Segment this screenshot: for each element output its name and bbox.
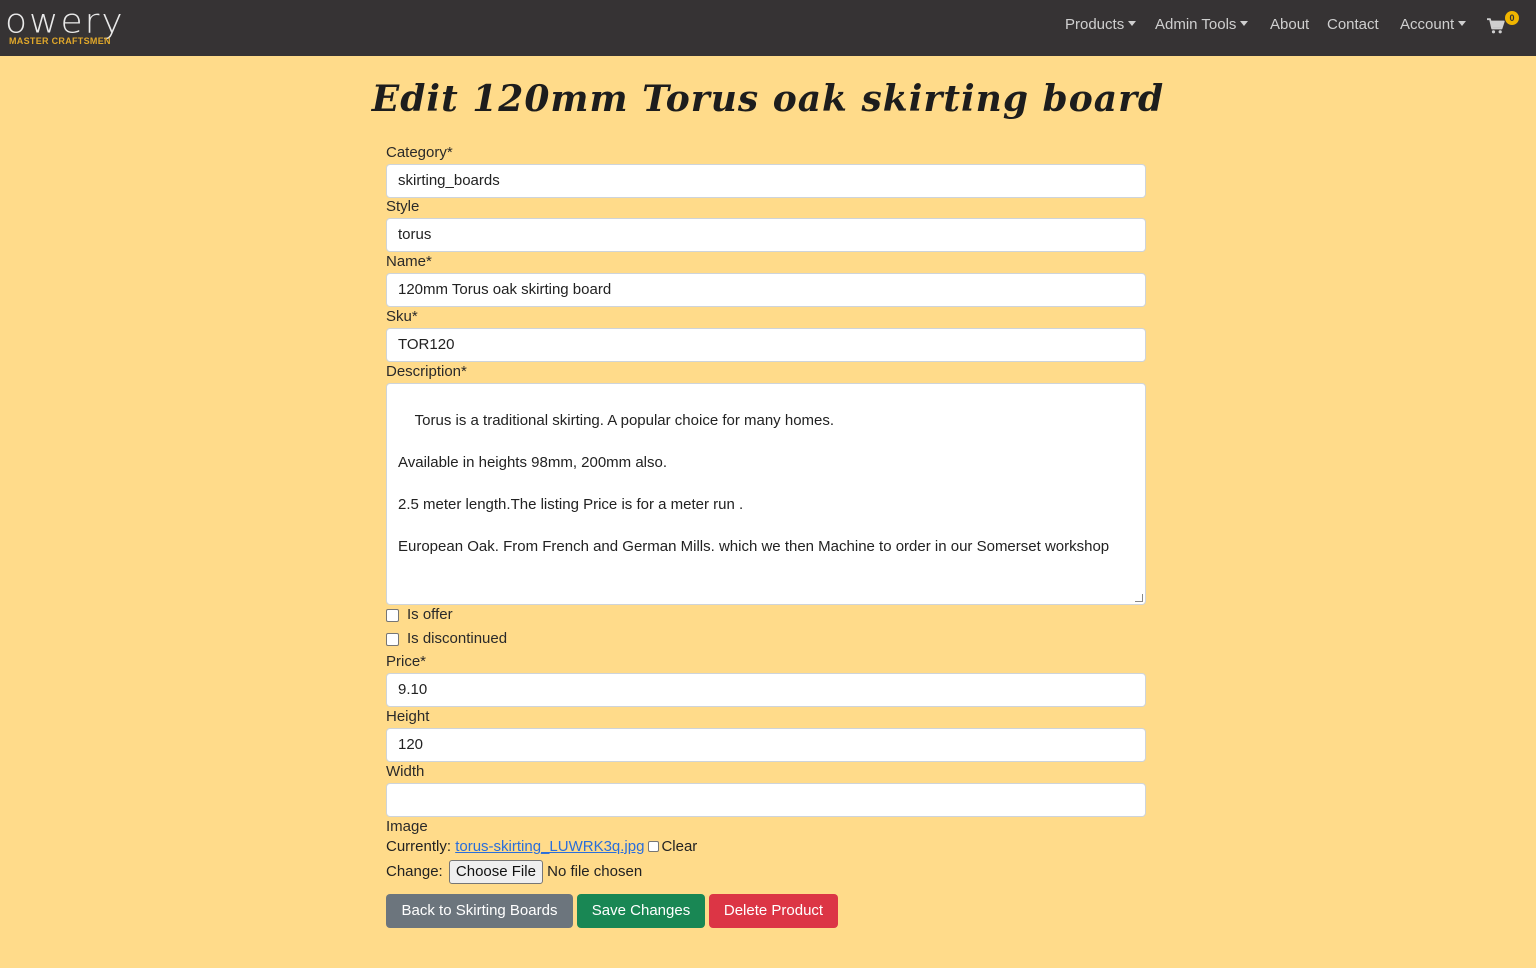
style-field[interactable]: torus	[386, 218, 1146, 252]
price-field[interactable]: 9.10	[386, 673, 1146, 707]
height-label: Height	[386, 708, 430, 725]
chevron-down-icon	[1128, 21, 1137, 26]
navbar: owery MASTER CRAFTSMEN Products Admin To…	[0, 0, 1536, 56]
change-label: Change:	[386, 863, 443, 880]
category-label: Category*	[386, 144, 453, 161]
choose-file-button[interactable]: Choose File	[448, 860, 543, 884]
cart-count-badge: 0	[1505, 11, 1519, 25]
chevron-down-icon	[1458, 21, 1467, 26]
width-label: Width	[386, 763, 425, 780]
sku-field[interactable]: TOR120	[386, 328, 1146, 362]
sku-label: Sku*	[386, 308, 418, 325]
description-label: Description*	[386, 363, 467, 380]
nav-about[interactable]: About	[1270, 16, 1309, 38]
height-field[interactable]: 120	[386, 728, 1146, 762]
width-field[interactable]	[386, 783, 1146, 817]
back-to-skirting-boards-button[interactable]: Back to Skirting Boards	[386, 894, 573, 928]
description-text: Torus is a traditional skirting. A popul…	[398, 412, 1110, 555]
delete-product-button[interactable]: Delete Product	[709, 894, 838, 928]
nav-admin-tools-label: Admin Tools	[1155, 16, 1237, 33]
nav-account-label: Account	[1400, 16, 1455, 33]
nav-admin-tools[interactable]: Admin Tools	[1155, 16, 1249, 38]
is-offer-label: Is offer	[407, 606, 453, 623]
category-field[interactable]: skirting_boards	[386, 164, 1146, 198]
no-file-text: No file chosen	[547, 863, 643, 880]
nav-account[interactable]: Account	[1400, 16, 1467, 38]
change-image-row: Change: Choose File No file chosen	[386, 860, 643, 884]
nav-contact[interactable]: Contact	[1327, 16, 1379, 38]
logo-tagline: MASTER CRAFTSMEN	[9, 36, 111, 46]
resize-handle-icon[interactable]	[1135, 594, 1143, 602]
is-discontinued-checkbox[interactable]	[386, 633, 399, 646]
cart-button[interactable]: 0	[1487, 11, 1521, 38]
chevron-down-icon	[1240, 21, 1249, 26]
image-label: Image	[386, 818, 428, 835]
shopping-cart-icon	[1487, 18, 1505, 34]
is-discontinued-label: Is discontinued	[407, 630, 508, 647]
name-label: Name*	[386, 253, 432, 270]
currently-label: Currently:	[386, 838, 452, 855]
save-changes-button[interactable]: Save Changes	[577, 894, 705, 928]
current-image-row: Currently: torus-skirting_LUWRK3q.jpg Cle…	[386, 838, 697, 860]
clear-image-checkbox[interactable]	[648, 841, 660, 852]
current-image-link[interactable]: torus-skirting_LUWRK3q.jpg	[455, 838, 644, 855]
nav-contact-label: Contact	[1327, 16, 1379, 33]
nav-products-label: Products	[1065, 16, 1125, 33]
description-textarea[interactable]: Torus is a traditional skirting. A popul…	[386, 383, 1146, 605]
brand-logo[interactable]: owery MASTER CRAFTSMEN	[5, 2, 145, 52]
price-label: Price*	[386, 653, 427, 670]
is-offer-checkbox[interactable]	[386, 609, 399, 622]
page-title: Edit 120mm Torus oak skirting board	[371, 78, 1165, 120]
style-label: Style	[386, 198, 420, 215]
nav-about-label: About	[1270, 16, 1310, 33]
name-field[interactable]: 120mm Torus oak skirting board	[386, 273, 1146, 307]
nav-products[interactable]: Products	[1065, 16, 1137, 38]
clear-label: Clear	[661, 838, 698, 855]
